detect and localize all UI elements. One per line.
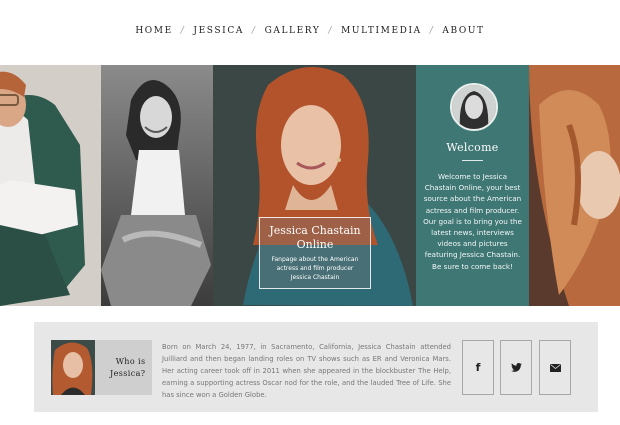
bio-heading-box: Who is Jessica?: [95, 340, 152, 395]
photo-image: [0, 65, 101, 306]
photo-panel-2[interactable]: [101, 65, 213, 306]
main-nav: HOME / JESSICA / GALLERY / MULTIMEDIA / …: [0, 24, 620, 38]
caption-subtitle: Fanpage about the American actress and f…: [271, 256, 359, 281]
nav-about[interactable]: ABOUT: [442, 26, 484, 36]
nav-separator: /: [328, 26, 334, 36]
facebook-button[interactable]: f: [462, 340, 494, 395]
welcome-card: Welcome Welcome to Jessica Chastain Onli…: [416, 65, 529, 306]
avatar-image: [452, 85, 496, 129]
welcome-divider: [462, 160, 483, 161]
photo-image: [101, 65, 213, 306]
featured-caption: Jessica Chastain Online Fanpage about th…: [259, 217, 371, 289]
nav-separator: /: [429, 26, 435, 36]
twitter-icon: [510, 363, 522, 372]
facebook-icon: f: [475, 361, 481, 374]
welcome-text: Welcome to Jessica Chastain Online, your…: [423, 172, 522, 271]
twitter-button[interactable]: [500, 340, 532, 395]
email-icon: [549, 363, 561, 372]
bio-photo: [51, 340, 95, 395]
bio-photo-image: [51, 340, 95, 395]
photo-panel-5[interactable]: [529, 65, 620, 306]
photo-panel-featured[interactable]: Jessica Chastain Online Fanpage about th…: [213, 65, 416, 306]
bio-text: Born on March 24, 1977, in Sacramento, C…: [162, 343, 451, 399]
nav-gallery[interactable]: GALLERY: [265, 26, 321, 36]
photo-panel-1[interactable]: [0, 65, 101, 306]
nav-jessica[interactable]: JESSICA: [193, 26, 244, 36]
bio-heading: Who is Jessica?: [110, 356, 146, 378]
bio-section: Who is Jessica? Born on March 24, 1977, …: [34, 322, 598, 412]
photo-image: [529, 65, 620, 306]
nav-multimedia[interactable]: MULTIMEDIA: [341, 26, 422, 36]
welcome-title: Welcome: [446, 141, 499, 154]
nav-separator: /: [251, 26, 257, 36]
welcome-avatar: [450, 83, 498, 131]
nav-home[interactable]: HOME: [135, 26, 172, 36]
caption-title: Jessica Chastain Online: [269, 224, 361, 251]
hero-strip: Jessica Chastain Online Fanpage about th…: [0, 65, 620, 306]
nav-separator: /: [180, 26, 186, 36]
email-button[interactable]: [539, 340, 571, 395]
